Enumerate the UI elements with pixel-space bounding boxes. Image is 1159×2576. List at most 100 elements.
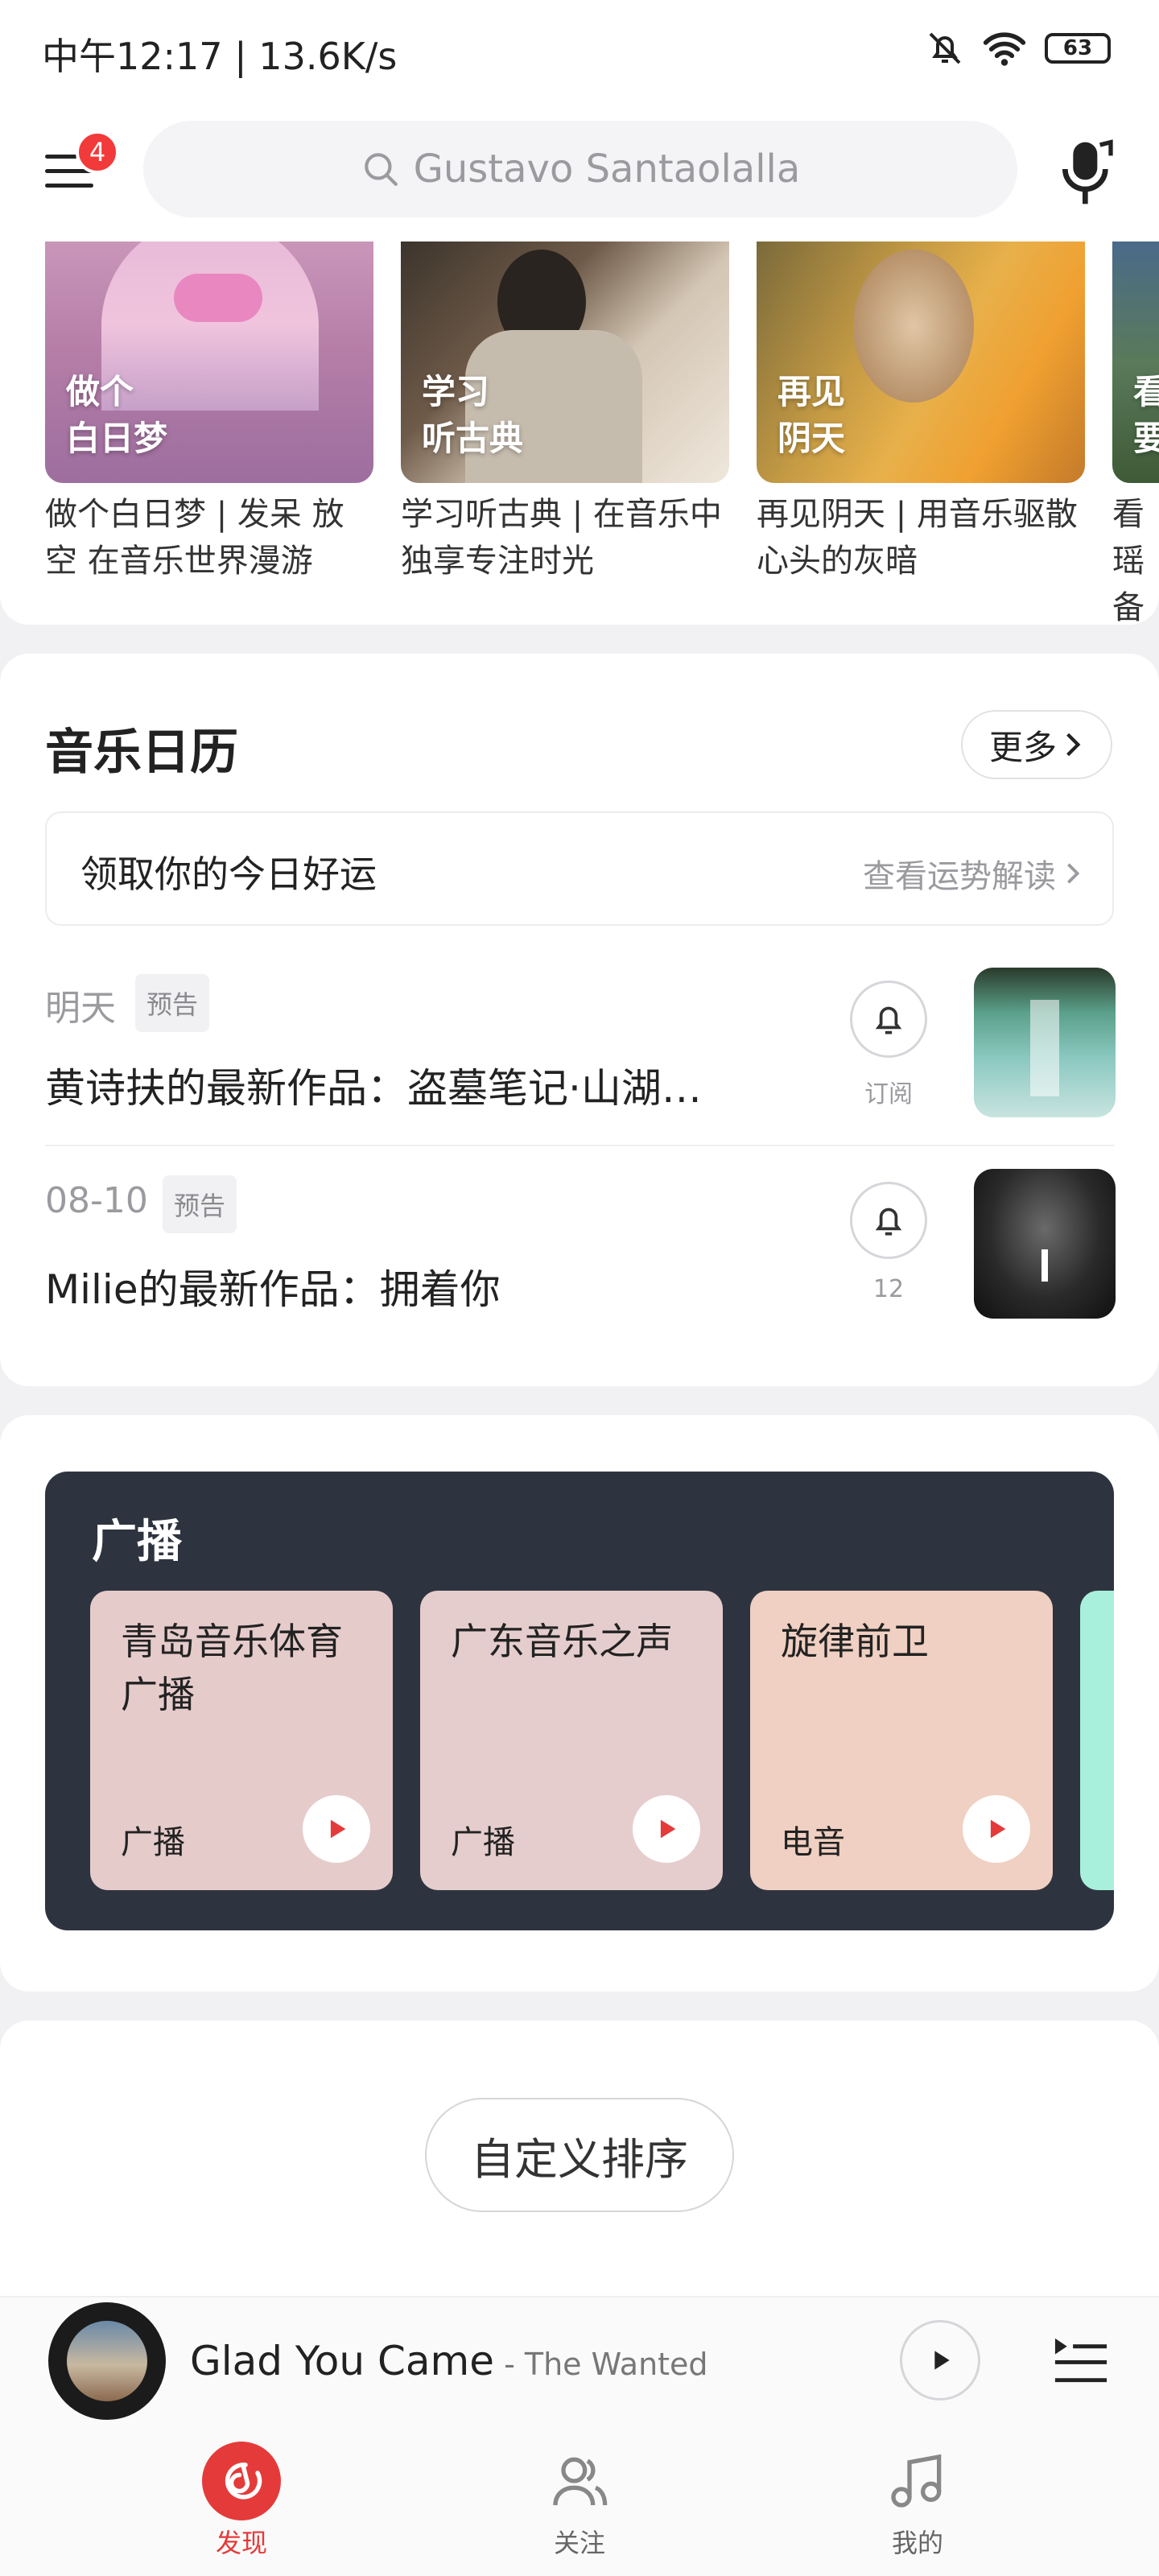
nav-label: 关注 — [553, 2528, 605, 2558]
nav-label: 发现 — [215, 2528, 267, 2558]
radio-card[interactable]: 旋律前卫 电音 — [750, 1591, 1053, 1890]
custom-sort-button[interactable]: 自定义排序 — [425, 2098, 734, 2212]
nav-icon-wrap — [539, 2441, 620, 2521]
playlist-overlay: 看 要 — [1133, 369, 1159, 462]
album-art-accent — [1030, 1000, 1059, 1096]
playlist-cover: 做个 白日梦 — [45, 242, 373, 483]
playlist-desc: 做个白日梦 | 发呆 放空 在音乐世界漫游 — [45, 496, 344, 580]
playlist-row: 做个 白日梦 做个白日梦 | 发呆 放空 在音乐世界漫游 学习 听古典 学习听古… — [45, 242, 1159, 625]
play-icon — [934, 2351, 950, 2370]
playlist-card-daydream[interactable]: 做个 白日梦 做个白日梦 | 发呆 放空 在音乐世界漫游 — [45, 242, 373, 584]
play-button[interactable] — [963, 1795, 1030, 1863]
overlay-line: 学习 — [422, 372, 490, 411]
calendar-event[interactable]: 08-10 预告 Milie的最新作品：拥着你 12 — [45, 1169, 1116, 1354]
status-icons: 63 — [926, 29, 1111, 68]
playlist-cover: 学习 听古典 — [401, 242, 729, 483]
play-button[interactable] — [303, 1795, 370, 1863]
microphone-icon — [1062, 139, 1113, 204]
overlay-line: 白日梦 — [66, 419, 168, 458]
overlay-line: 阴天 — [777, 419, 846, 458]
station-category: 广播 — [451, 1824, 515, 1861]
chevron-right-icon — [1066, 733, 1081, 757]
playlist-icon — [1054, 2338, 1107, 2383]
nav-my-music[interactable]: 我的 — [837, 2441, 998, 2560]
station-name: 广东音乐之声 — [451, 1620, 673, 1663]
fortune-label: 领取你的今日好运 — [80, 852, 377, 896]
playlist-card-partial[interactable]: 看 要 看瑶备起 — [1112, 242, 1159, 625]
header: 4 Gustavo Santaolalla — [0, 105, 1159, 242]
playlist-desc: 学习听古典 | 在音乐中独享专注时光 — [401, 496, 722, 580]
subscriber-count: 12 — [872, 1275, 905, 1303]
radio-title: 广播 — [92, 1516, 182, 1568]
radio-card[interactable]: 青岛音乐体育广播 广播 — [90, 1591, 393, 1890]
nav-follow[interactable]: 关注 — [499, 2441, 660, 2560]
subscribe-button[interactable] — [850, 1182, 927, 1259]
playlist-cover: 看 要 — [1112, 242, 1159, 483]
status-bar: 中午12:17 | 13.6K/s 63 — [0, 0, 1159, 105]
station-category: 电音 — [781, 1824, 845, 1861]
voice-search-button[interactable] — [1054, 137, 1119, 209]
event-date: 明天 — [45, 988, 116, 1029]
search-placeholder: Gustavo Santaolalla — [413, 147, 801, 192]
battery-indicator: 63 — [1045, 33, 1111, 64]
album-cover — [974, 1169, 1116, 1319]
event-title: Milie的最新作品：拥着你 — [45, 1266, 501, 1313]
now-playing-cover — [48, 2302, 166, 2420]
artist-name: The Wanted — [524, 2347, 708, 2382]
album-cover — [974, 968, 1116, 1117]
playlist-queue-button[interactable] — [1051, 2331, 1111, 2389]
radio-card-partial[interactable] — [1080, 1591, 1114, 1890]
fortune-link[interactable]: 查看运势解读 — [863, 850, 1082, 897]
event-tag: 预告 — [163, 1175, 237, 1233]
calendar-event[interactable]: 明天 预告 黄诗扶的最新作品：盗墓笔记·山湖… 订阅 — [45, 968, 1116, 1153]
play-pause-button[interactable] — [900, 2320, 980, 2401]
play-icon — [330, 1819, 346, 1839]
discover-icon — [202, 2442, 281, 2520]
playlist-overlay: 学习 听古典 — [422, 369, 523, 462]
overlay-line: 听古典 — [422, 419, 524, 458]
cloud-image — [174, 274, 262, 322]
bell-icon — [875, 1006, 902, 1034]
status-time-speed: 中午12:17 | 13.6K/s — [42, 35, 398, 78]
mute-bell-icon — [929, 32, 961, 64]
subscribe-label: 订阅 — [864, 1080, 913, 1108]
music-calendar-section: 音乐日历 更多 领取你的今日好运 查看运势解读 明天 预告 黄诗扶的最新作品：盗… — [0, 654, 1159, 1386]
netease-logo-icon — [225, 2462, 262, 2500]
station-category: 广播 — [121, 1824, 185, 1861]
station-name: 青岛音乐体育广播 — [121, 1620, 343, 1716]
nav-discover[interactable]: 发现 — [161, 2441, 322, 2560]
search-icon — [364, 153, 398, 186]
nav-icon-wrap — [877, 2441, 958, 2521]
section-title: 音乐日历 — [45, 724, 238, 781]
bell-icon — [875, 1208, 902, 1236]
nav-label: 我的 — [891, 2528, 943, 2558]
my-music-icon — [891, 2454, 942, 2508]
face-image — [853, 250, 974, 402]
play-icon — [990, 1819, 1006, 1839]
playlist-card-cloudy[interactable]: 再见 阴天 再见阴天 | 用音乐驱散心头的灰暗 — [757, 242, 1085, 584]
menu-button[interactable]: 4 — [42, 130, 119, 200]
playlist-overlay: 再见 阴天 — [777, 369, 845, 462]
overlay-line: 看 — [1133, 372, 1159, 411]
fortune-banner[interactable]: 领取你的今日好运 查看运势解读 — [45, 811, 1114, 926]
more-button[interactable]: 更多 — [961, 710, 1112, 779]
play-button[interactable] — [633, 1795, 700, 1863]
subscribe-button[interactable] — [850, 980, 927, 1058]
playlist-card-classical[interactable]: 学习 听古典 学习听古典 | 在音乐中独享专注时光 — [401, 242, 729, 584]
search-bar[interactable]: Gustavo Santaolalla — [143, 121, 1017, 217]
station-name: 旋律前卫 — [781, 1620, 929, 1663]
playlist-desc: 再见阴天 | 用音乐驱散心头的灰暗 — [757, 496, 1078, 580]
title-separator: - — [494, 2347, 525, 2382]
cover-art — [67, 2321, 147, 2401]
play-icon — [660, 1819, 676, 1839]
now-playing-text: Glad You Came - The Wanted — [190, 2338, 708, 2384]
song-title: Glad You Came — [190, 2338, 495, 2384]
radio-card[interactable]: 广东音乐之声 广播 — [420, 1591, 723, 1890]
album-art-figure — [1041, 1249, 1048, 1282]
overlay-line: 再见 — [777, 372, 846, 411]
radio-section: 广播 青岛音乐体育广播 广播 广东音乐之声 广播 旋律前卫 电音 — [0, 1415, 1159, 1992]
event-date: 08-10 — [45, 1180, 148, 1221]
playlist-overlay: 做个 白日梦 — [66, 369, 167, 462]
mini-player[interactable]: Glad You Came - The Wanted — [0, 2296, 1159, 2426]
bottom-nav: 发现 关注 我的 — [0, 2425, 1159, 2576]
